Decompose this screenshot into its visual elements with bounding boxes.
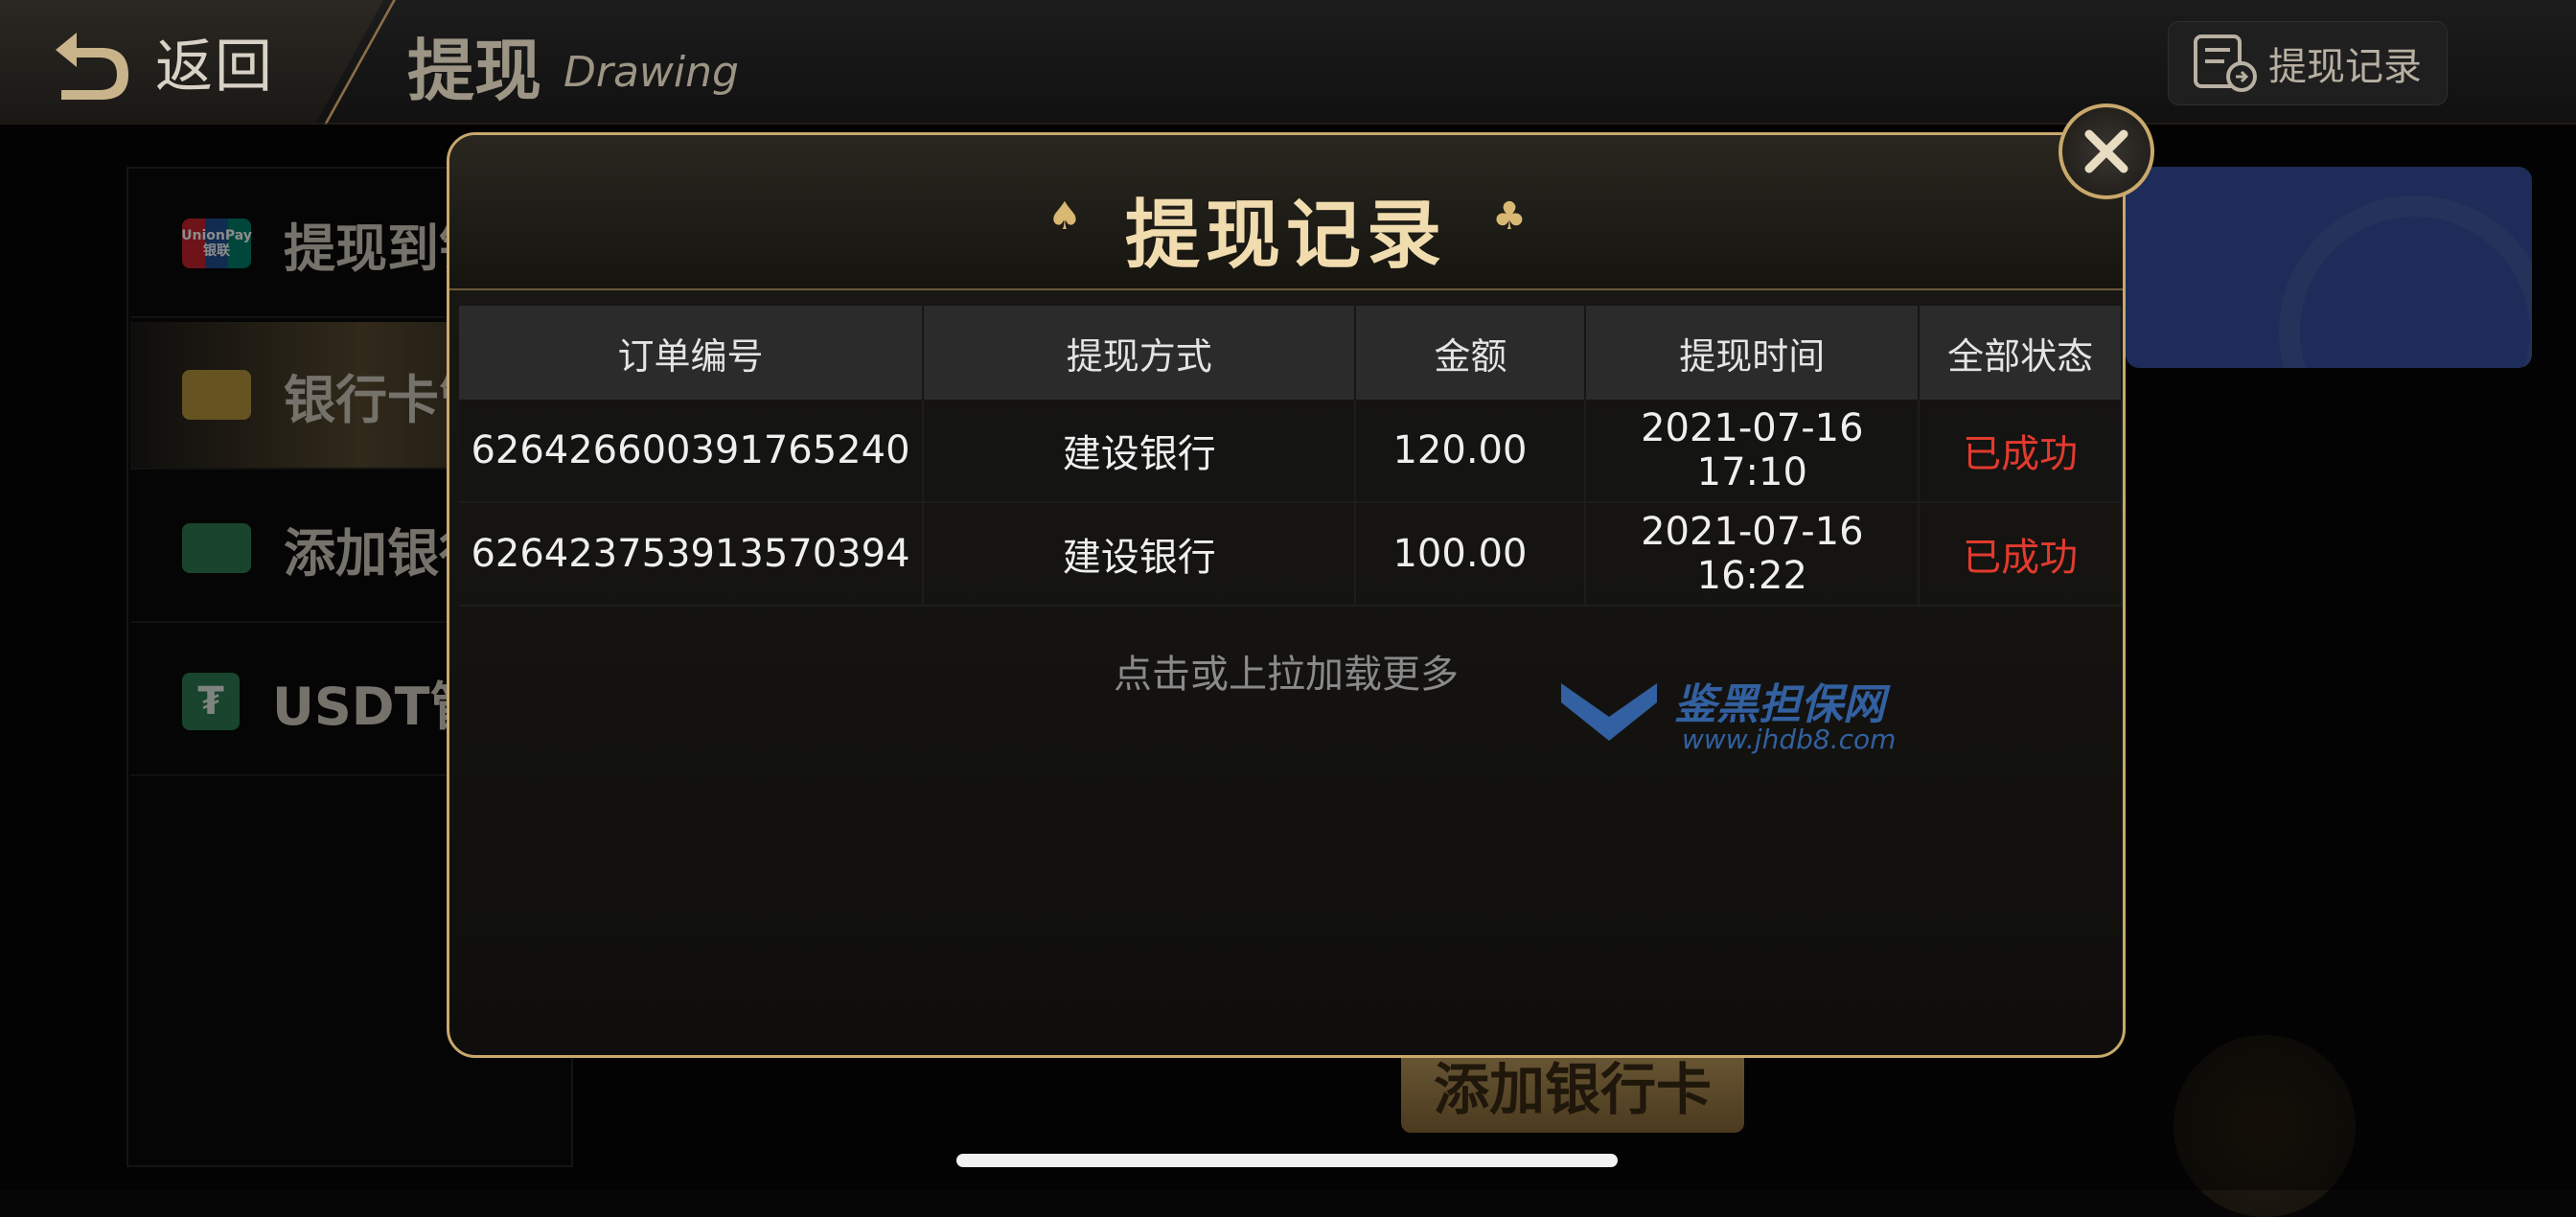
withdraw-method: 建设银行 xyxy=(922,400,1357,503)
watermark-logo-icon xyxy=(1561,683,1657,741)
status-badge: 已成功 xyxy=(1919,502,2123,607)
withdraw-time: 2021-07-16 16:22 xyxy=(1585,502,1920,607)
watermark-text: 鉴黑担保网 xyxy=(1674,680,1885,729)
column-header-order-no: 订单编号 xyxy=(459,306,924,400)
close-dialog-button[interactable] xyxy=(2058,103,2154,199)
dialog-title: 提现记录 xyxy=(1124,192,1447,279)
column-header-time: 提现时间 xyxy=(1585,306,1920,400)
page-subtitle: Drawing xyxy=(564,48,739,97)
watermark: 鉴黑担保网 www.jhdb8.com xyxy=(1552,664,1896,764)
order-number: 626423753913570394 xyxy=(459,502,924,607)
records-list-icon xyxy=(2194,34,2257,92)
withdraw-records-label: 提现记录 xyxy=(2268,45,2422,89)
status-filter-dropdown[interactable]: 全部状态 xyxy=(1919,306,2123,400)
withdraw-method: 建设银行 xyxy=(922,502,1357,607)
page-title: 提现 xyxy=(407,32,541,110)
back-arrow-icon xyxy=(56,33,128,100)
withdraw-records-dialog: ♠ 提现记录 ♣ 订单编号 提现方式 金额 提现时间 全部状态 62642660… xyxy=(447,132,2126,1058)
watermark-url: www.jhdb8.com xyxy=(1682,723,1897,755)
back-label: 返回 xyxy=(155,33,274,101)
dialog-header: ♠ 提现记录 ♣ xyxy=(449,135,2123,290)
close-icon xyxy=(2084,129,2128,173)
amount: 100.00 xyxy=(1355,502,1587,607)
table-header-row: 订单编号 提现方式 金额 提现时间 全部状态 xyxy=(459,306,2123,400)
table-row[interactable]: 626423753913570394 建设银行 100.00 2021-07-1… xyxy=(459,502,2123,607)
withdraw-time: 2021-07-16 17:10 xyxy=(1585,400,1920,503)
column-header-amount: 金额 xyxy=(1355,306,1587,400)
records-table: 订单编号 提现方式 金额 提现时间 全部状态 62642660039176524… xyxy=(459,306,2123,607)
column-header-method: 提现方式 xyxy=(922,306,1357,400)
home-indicator[interactable] xyxy=(956,1154,1618,1167)
status-badge: 已成功 xyxy=(1919,400,2123,503)
withdraw-records-button[interactable]: 提现记录 xyxy=(2168,21,2448,105)
order-number: 626426600391765240 xyxy=(459,400,924,503)
back-button[interactable]: 返回 xyxy=(48,15,274,107)
table-row[interactable]: 626426600391765240 建设银行 120.00 2021-07-1… xyxy=(459,400,2123,503)
top-bar: 返回 提现 Drawing 提现记录 xyxy=(0,0,2576,125)
amount: 120.00 xyxy=(1355,400,1587,503)
club-icon: ♣ xyxy=(1492,195,1527,239)
